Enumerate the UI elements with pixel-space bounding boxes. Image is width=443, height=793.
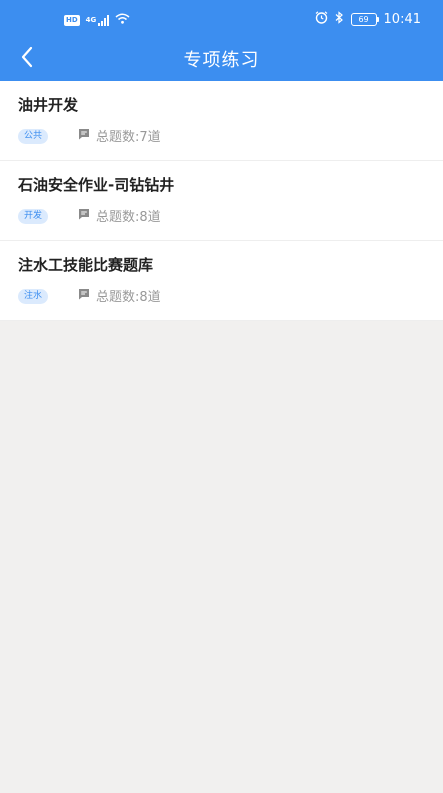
comment-icon xyxy=(78,288,90,304)
category-tag: 公共 xyxy=(18,129,49,144)
app-header: HD 4G 69 10:41 专项练习 xyxy=(0,0,443,81)
status-left: HD 4G xyxy=(64,13,130,27)
count-text: 总题数:8道 xyxy=(96,290,161,305)
category-tag: 注水 xyxy=(18,289,49,304)
status-bar: HD 4G 69 10:41 xyxy=(0,0,443,40)
list-item[interactable]: 注水工技能比赛题库 注水 总题数:8道 xyxy=(0,241,443,321)
hd-badge: HD xyxy=(64,14,80,26)
list-item[interactable]: 石油安全作业-司钻钻井 开发 总题数:8道 xyxy=(0,161,443,241)
item-title: 石油安全作业-司钻钻井 xyxy=(18,176,175,194)
signal-icon xyxy=(98,14,110,26)
status-time: 10:41 xyxy=(383,12,421,27)
bluetooth-icon xyxy=(335,11,344,28)
category-tag: 开发 xyxy=(18,209,49,224)
question-count: 总题数:7道 xyxy=(78,126,161,145)
question-count: 总题数:8道 xyxy=(78,206,161,225)
count-text: 总题数:7道 xyxy=(96,130,161,145)
question-count: 总题数:8道 xyxy=(78,286,161,305)
wifi-icon xyxy=(115,13,130,27)
network-label: 4G xyxy=(85,16,97,24)
nav-bar: 专项练习 xyxy=(0,40,443,81)
list-item[interactable]: 油井开发 公共 总题数:7道 xyxy=(0,81,443,161)
item-title: 油井开发 xyxy=(18,96,79,114)
count-text: 总题数:8道 xyxy=(96,210,161,225)
battery-indicator: 69 xyxy=(350,13,379,26)
alarm-icon xyxy=(315,11,328,28)
comment-icon xyxy=(78,208,90,224)
practice-list: 油井开发 公共 总题数:7道 石油安全作业-司钻钻井 开发 总题数:8道 注水工… xyxy=(0,81,443,321)
item-title: 注水工技能比赛题库 xyxy=(18,256,154,274)
page-title: 专项练习 xyxy=(183,50,260,71)
status-right: 69 10:41 xyxy=(315,11,421,28)
comment-icon xyxy=(78,128,90,144)
